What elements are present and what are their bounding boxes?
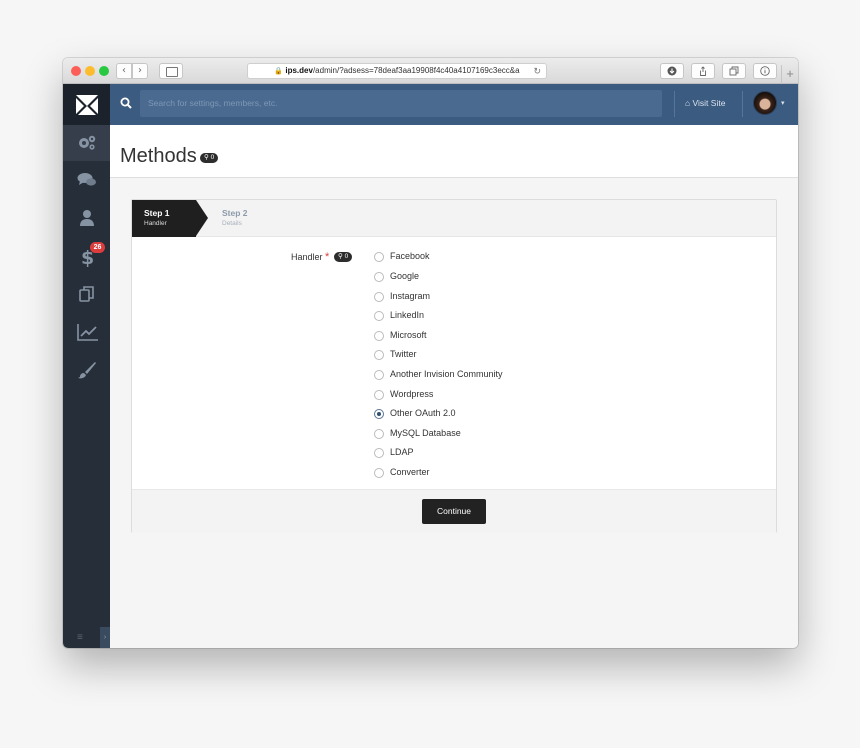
main-content: Methods ⚲ 0 Step 1 Handler Step 2 Detail…: [110, 125, 798, 648]
minimize-window-button[interactable]: [85, 66, 95, 76]
radio-label: MySQL Database: [390, 428, 461, 438]
radio-label: Google: [390, 271, 420, 281]
sidebar-item-system[interactable]: [63, 125, 110, 161]
wizard-step-1[interactable]: Step 1 Handler: [132, 200, 196, 237]
radio-button[interactable]: [374, 311, 384, 321]
radio-button[interactable]: [374, 390, 384, 400]
search-input[interactable]: Search for settings, members, etc.: [140, 90, 662, 117]
radio-button[interactable]: [374, 429, 384, 439]
continue-button[interactable]: Continue: [422, 499, 486, 524]
browser-window: ‹ › 🔒 ips.dev/admin/?adsess=78deaf3aa199…: [63, 58, 798, 648]
search-keywords-badge[interactable]: ⚲ 0: [334, 252, 353, 262]
required-mark: *: [325, 251, 330, 263]
admin-sidebar: $ 26 ≡ ›: [63, 84, 110, 648]
header-divider: [742, 91, 743, 117]
invision-logo-icon: [76, 95, 98, 115]
gears-icon: [79, 135, 96, 150]
info-icon: [760, 66, 770, 76]
wizard-step-2-subtitle: Details: [222, 220, 242, 227]
step-subtitle: Handler: [144, 220, 167, 227]
sidebar-toggle-button[interactable]: [159, 63, 183, 79]
info-button[interactable]: [753, 63, 777, 79]
handler-field-label: Handler *: [291, 251, 329, 263]
sidebar-item-community[interactable]: [63, 162, 110, 198]
download-icon: [667, 66, 677, 76]
admin-header: Search for settings, members, etc. ⌂ Vis…: [110, 84, 798, 125]
page-header: Methods ⚲ 0: [110, 125, 798, 178]
tabs-button[interactable]: [722, 63, 746, 79]
forward-button[interactable]: ›: [132, 63, 148, 79]
search-keywords-count: 0: [210, 154, 215, 161]
form-footer: Continue: [132, 489, 776, 533]
sidebar-item-members[interactable]: [63, 200, 110, 236]
wizard-card: Step 1 Handler Step 2 Details Handler * …: [131, 199, 777, 533]
radio-label: Microsoft: [390, 330, 427, 340]
sidebar-item-customization[interactable]: [63, 352, 110, 388]
wizard-step-2-title[interactable]: Step 2: [222, 208, 248, 218]
search-icon: [120, 97, 132, 109]
tabs-icon: [729, 66, 739, 76]
menu-icon[interactable]: ≡: [77, 632, 83, 643]
radio-button-selected[interactable]: [374, 409, 384, 419]
user-icon: [80, 210, 94, 226]
radio-button[interactable]: [374, 370, 384, 380]
address-domain: ips.dev: [285, 66, 313, 75]
search-keywords-badge[interactable]: ⚲ 0: [200, 153, 219, 163]
visit-site-link[interactable]: ⌂ Visit Site: [685, 98, 725, 108]
radio-button[interactable]: [374, 272, 384, 282]
chart-icon: [77, 324, 98, 341]
close-window-button[interactable]: [71, 66, 81, 76]
brush-icon: [78, 362, 96, 379]
radio-button[interactable]: [374, 468, 384, 478]
back-button[interactable]: ‹: [116, 63, 132, 79]
radio-label: Facebook: [390, 251, 430, 261]
logo[interactable]: [63, 84, 110, 125]
wizard-steps: Step 1 Handler Step 2 Details: [132, 200, 776, 237]
step-title: Step 1: [144, 208, 170, 218]
sidebar-item-content[interactable]: [63, 276, 110, 312]
radio-label: LinkedIn: [390, 310, 425, 320]
radio-button[interactable]: [374, 331, 384, 341]
zoom-window-button[interactable]: [99, 66, 109, 76]
radio-label: Twitter: [390, 349, 417, 359]
search-keywords-count: 0: [344, 253, 349, 260]
share-icon: [700, 66, 706, 76]
home-icon: ⌂: [685, 98, 691, 108]
chat-icon: [77, 173, 96, 186]
search-icon: ⚲: [204, 154, 209, 161]
radio-label: Instagram: [390, 291, 431, 301]
browser-toolbar: ‹ › 🔒 ips.dev/admin/?adsess=78deaf3aa199…: [63, 58, 798, 84]
radio-button[interactable]: [374, 350, 384, 360]
radio-label: Another Invision Community: [390, 369, 503, 379]
radio-button[interactable]: [374, 448, 384, 458]
step-arrow: [196, 200, 208, 236]
notification-badge: 26: [90, 242, 105, 253]
sidebar-item-commerce[interactable]: $ 26: [63, 238, 110, 274]
radio-button[interactable]: [374, 292, 384, 302]
visit-site-label: Visit Site: [692, 98, 726, 108]
chevron-down-icon[interactable]: ▾: [781, 99, 785, 107]
download-button[interactable]: [660, 63, 684, 79]
share-button[interactable]: [691, 63, 715, 79]
header-divider: [674, 91, 675, 117]
new-tab-button[interactable]: +: [781, 65, 798, 84]
radio-button[interactable]: [374, 252, 384, 262]
page-title: Methods: [120, 145, 197, 167]
search-icon: ⚲: [338, 253, 343, 260]
radio-label: Converter: [390, 467, 430, 477]
copy-icon: [79, 286, 94, 302]
avatar[interactable]: [753, 91, 777, 115]
reload-icon[interactable]: ↻: [533, 64, 541, 78]
radio-label: Other OAuth 2.0: [390, 408, 456, 418]
lock-icon: 🔒: [274, 68, 284, 75]
radio-label: Wordpress: [390, 389, 434, 399]
radio-label: LDAP: [390, 447, 414, 457]
sidebar-item-stats[interactable]: [63, 314, 110, 350]
handler-label: Handler: [291, 252, 323, 262]
collapse-sidebar-button[interactable]: ›: [100, 627, 110, 648]
address-path: /admin/?adsess=78deaf3aa19908f4c40a41071…: [312, 66, 520, 75]
address-bar[interactable]: 🔒 ips.dev/admin/?adsess=78deaf3aa19908f4…: [247, 63, 547, 79]
